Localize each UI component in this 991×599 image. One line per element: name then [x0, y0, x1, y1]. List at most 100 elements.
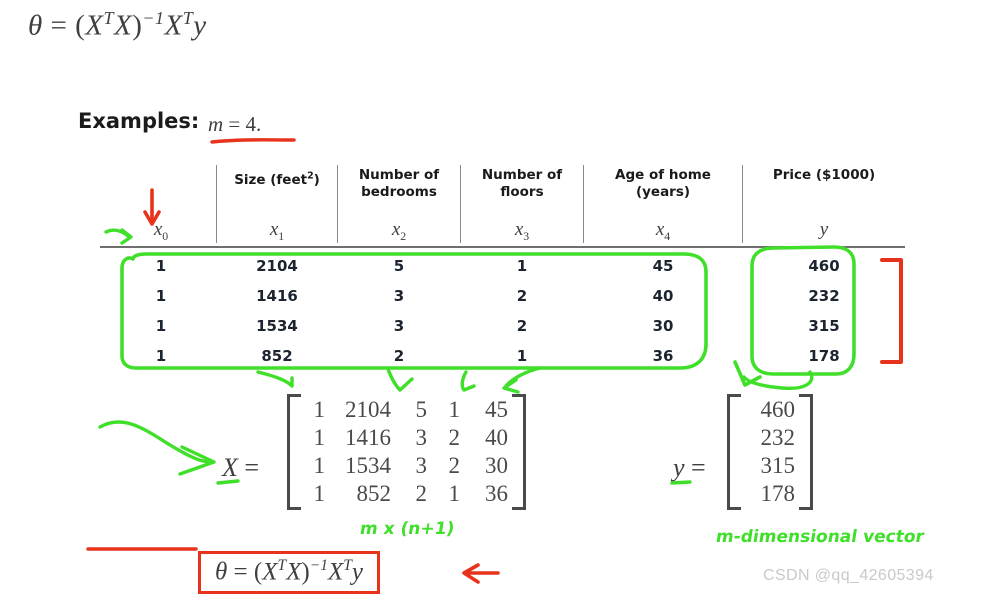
table-cell: 5: [393, 257, 405, 275]
matrix-row: 178: [745, 480, 796, 508]
y-vector-label: y =: [673, 453, 706, 483]
matrix-row: 1 1416 3 2 40: [305, 424, 509, 452]
table-cell: 1: [155, 287, 167, 305]
top-normal-equation-formula: θ = (XTX)−1XTy: [28, 8, 207, 42]
boxed-normal-equation-formula: θ = (XTX)−1XTy: [198, 551, 380, 595]
matrix-cell: 2104: [345, 397, 391, 422]
matrix-row: 460: [745, 396, 796, 424]
green-arrow-to-X-matrix-head: [178, 445, 216, 476]
table-cell: 178: [808, 347, 840, 365]
matrix-cell: 3: [415, 425, 428, 450]
matrix-cell: 2: [448, 453, 461, 478]
matrix-cell: 178: [760, 481, 796, 506]
matrix-cell: 1: [313, 397, 326, 422]
table-column-divider: [460, 165, 461, 243]
table-cell: 45: [652, 257, 674, 275]
table-subheader-x1: x1: [269, 219, 285, 243]
matrix-cell: 460: [760, 397, 796, 422]
x-matrix-label-text: X: [222, 453, 238, 482]
table-header-size-text: Size (feet2): [234, 170, 320, 188]
red-arrow-to-boxed-formula-head: [462, 563, 480, 584]
table-column-divider: [742, 165, 743, 243]
matrix-cell: 3: [415, 453, 428, 478]
matrix-bracket-left: [727, 394, 741, 510]
table-cell: 460: [808, 257, 840, 275]
feature-table: Size (feet2) Number of bedrooms Number o…: [100, 165, 910, 375]
matrix-cell: 5: [415, 397, 428, 422]
table-subheader-y: y: [819, 219, 829, 240]
table-header-size: Size (feet2): [226, 167, 328, 189]
matrix-cell: 1: [313, 425, 326, 450]
green-connector-col4-head: [502, 378, 520, 394]
red-underline-m-equals-4: [210, 138, 296, 144]
table-subheader-x2: x2: [391, 219, 407, 243]
x-matrix-equals: =: [244, 453, 260, 482]
y-vector-equals: =: [691, 453, 706, 482]
table-cell: 36: [652, 347, 674, 365]
green-arrow-to-X-matrix: [98, 420, 214, 464]
table-cell: 2: [516, 317, 528, 335]
matrix-cell: 232: [760, 425, 796, 450]
matrix-cell: 1: [448, 397, 461, 422]
table-column-divider: [216, 165, 217, 243]
table-header-floors: Number of floors: [481, 167, 563, 200]
matrix-cell: 315: [760, 453, 796, 478]
table-cell: 2: [516, 287, 528, 305]
table-header-rule: [100, 246, 905, 248]
examples-label: Examples:: [78, 109, 200, 133]
table-cell: 232: [808, 287, 840, 305]
table-cell: 30: [652, 317, 674, 335]
y-vector-label-text: y: [673, 453, 685, 482]
matrix-cell: 36: [485, 481, 508, 506]
matrix-row: 1 852 2 1 36: [305, 480, 509, 508]
table-cell: 1534: [256, 317, 298, 335]
table-header-price: Price ($1000): [772, 167, 876, 183]
matrix-cell: 45: [485, 397, 508, 422]
table-cell: 1416: [256, 287, 298, 305]
matrix-cell: 2: [415, 481, 428, 506]
y-vector: 460 232 315 178: [727, 394, 813, 510]
table-column-divider: [337, 165, 338, 243]
table-cell: 315: [808, 317, 840, 335]
matrix-bracket-right: [799, 394, 813, 510]
table-cell: 3: [393, 317, 405, 335]
matrix-cell: 1416: [345, 425, 391, 450]
matrix-bracket-right: [512, 394, 526, 510]
matrix-cell: 30: [485, 453, 508, 478]
matrix-cell: 40: [485, 425, 508, 450]
table-cell: 852: [261, 347, 293, 365]
matrix-cell: 1: [448, 481, 461, 506]
table-column-divider: [583, 165, 584, 243]
matrix-row: 315: [745, 452, 796, 480]
matrix-bracket-left: [287, 394, 301, 510]
matrix-cell: 1534: [345, 453, 391, 478]
table-header-bedrooms: Number of bedrooms: [358, 167, 440, 200]
handwritten-x-dimensions-note: m x (n+1): [358, 519, 456, 539]
csdn-watermark: CSDN @qq_42605394: [763, 567, 934, 584]
table-cell: 1: [516, 257, 528, 275]
table-subheader-x3: x3: [514, 219, 530, 243]
table-cell: 2: [393, 347, 405, 365]
matrix-row: 232: [745, 424, 796, 452]
examples-m-value: m = 4.: [208, 112, 262, 136]
table-cell: 1: [516, 347, 528, 365]
matrix-cell: 852: [356, 481, 392, 506]
matrix-row: 1 2104 5 1 45: [305, 396, 509, 424]
matrix-cell: 2: [448, 425, 461, 450]
table-subheader-x4: x4: [655, 219, 671, 243]
table-cell: 40: [652, 287, 674, 305]
table-header-age: Age of home (years): [615, 167, 711, 200]
table-cell: 2104: [256, 257, 298, 275]
matrix-cell: 1: [313, 481, 326, 506]
slide-canvas: θ = (XTX)−1XTy Examples: m = 4. Size (fe…: [0, 0, 991, 599]
table-cell: 1: [155, 347, 167, 365]
handwritten-y-dimensions-note: m-dimensional vector: [714, 527, 926, 547]
table-cell: 1: [155, 317, 167, 335]
x-matrix-label: X =: [222, 453, 259, 483]
table-subheader-x0: x0: [153, 219, 169, 243]
table-cell: 1: [155, 257, 167, 275]
x-matrix: 1 2104 5 1 45 1 1416 3 2 40 1 1534 3 2 3…: [287, 394, 526, 510]
matrix-row: 1 1534 3 2 30: [305, 452, 509, 480]
table-cell: 3: [393, 287, 405, 305]
matrix-cell: 1: [313, 453, 326, 478]
